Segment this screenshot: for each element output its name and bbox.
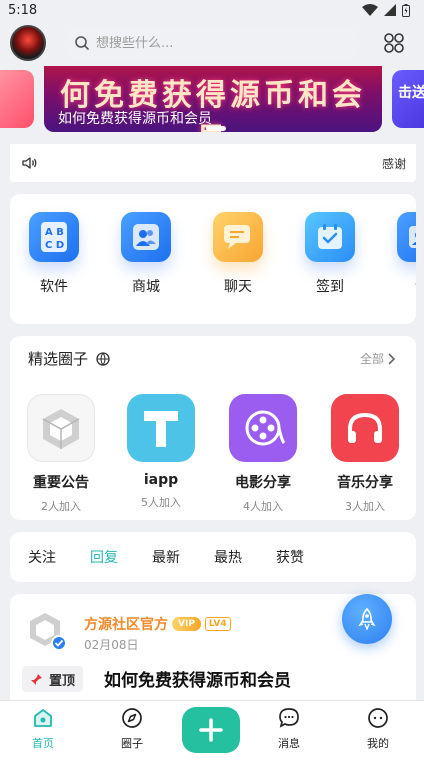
circles-title-text: 精选圈子 (28, 350, 89, 368)
post-date: 02月08日 (84, 638, 139, 652)
post-title[interactable]: 如何免费获得源币和会员 (104, 666, 291, 691)
circle-item-movie[interactable]: 电影分享 4人加入 (218, 394, 308, 514)
circle-member-count: 3人加入 (345, 500, 385, 513)
chat-bubble-icon (279, 708, 299, 728)
circles-header: 精选圈子 全部 (28, 348, 396, 369)
quick-entry-grid: A B C D 软件 商城 聊天 签到 认 (10, 194, 416, 324)
pin-icon (31, 673, 42, 685)
home-icon (34, 709, 52, 727)
apps-grid-icon (384, 33, 404, 53)
nav-messages[interactable]: 消息 (259, 707, 319, 751)
circle-name: iapp (143, 472, 179, 488)
circle-member-count: 4人加入 (243, 500, 283, 513)
banner-indicator (206, 126, 226, 131)
nav-mine-label: 我的 (367, 737, 389, 750)
nav-home-label: 首页 (32, 737, 54, 750)
battery-icon (402, 3, 410, 17)
signal-icon (384, 4, 396, 16)
circle-item-announcement[interactable]: 重要公告 2人加入 (16, 394, 106, 514)
circle-member-count: 2人加入 (41, 500, 81, 513)
nav-messages-label: 消息 (278, 737, 300, 750)
notice-bar[interactable]: 感谢 (10, 144, 416, 182)
featured-circles: 精选圈子 全部 重要公告 2人加入 iapp 5人加入 电影分享 4人加入 音乐… (10, 336, 416, 520)
tab-hottest[interactable]: 最热 (214, 547, 242, 567)
abcd-icon: A B C D (29, 212, 79, 262)
circles-more-link[interactable]: 全部 (360, 350, 396, 367)
quick-item-store[interactable]: 商城 (116, 212, 176, 296)
cube-avatar-icon (30, 613, 67, 651)
status-icons (362, 3, 410, 17)
feed-tabs: 关注 回复 最新 最热 获赞 (10, 532, 416, 582)
notice-text: 感谢 (381, 156, 406, 171)
circle-name: 重要公告 (33, 475, 89, 491)
quick-label-checkin: 签到 (316, 279, 344, 295)
back-to-top-button[interactable] (342, 594, 392, 644)
status-bar: 5:18 (0, 0, 424, 20)
circle-item-iapp[interactable]: iapp 5人加入 (116, 394, 206, 510)
user-card-icon (397, 212, 416, 262)
circle-name: 音乐分享 (337, 475, 393, 491)
nav-mine[interactable]: 我的 (348, 707, 408, 751)
create-post-button[interactable] (182, 707, 240, 753)
vip-badge: VIP (172, 617, 201, 631)
circle-name: 电影分享 (235, 475, 291, 491)
tab-liked[interactable]: 获赞 (276, 547, 304, 567)
headphones-icon (331, 394, 399, 462)
quick-label-verify: 认 (415, 276, 416, 296)
search-input[interactable] (96, 35, 336, 51)
bottom-navigation: 首页 圈子 消息 我的 (0, 700, 424, 760)
nav-circle[interactable]: 圈子 (102, 707, 162, 751)
cube-icon (27, 394, 95, 462)
user-avatar[interactable] (10, 25, 46, 61)
quick-item-chat[interactable]: 聊天 (208, 212, 268, 296)
quick-item-checkin[interactable]: 签到 (300, 212, 360, 296)
quick-label-store: 商城 (132, 279, 160, 295)
banner-slide[interactable]: 何免费获得源币和会员 如何免费获得源币和会员 (44, 66, 382, 132)
ball-icon (96, 351, 110, 366)
calendar-check-icon (305, 212, 355, 262)
pinned-label: 置顶 (49, 673, 76, 689)
speaker-icon (22, 157, 37, 169)
quick-item-verify[interactable]: 认 (392, 212, 416, 296)
circles-more-text: 全部 (359, 352, 384, 366)
pinned-badge: 置顶 (22, 666, 84, 692)
quick-label-software: 软件 (40, 279, 68, 295)
compass-icon (122, 708, 142, 728)
nav-home[interactable]: 首页 (13, 707, 73, 751)
banner-caption: 如何免费获得源币和会员 (58, 111, 212, 127)
circle-member-count: 5人加入 (141, 496, 181, 509)
film-reel-icon (229, 394, 297, 462)
post-author-name[interactable]: 方源社区官方 (84, 614, 168, 634)
circle-item-music[interactable]: 音乐分享 3人加入 (320, 394, 410, 514)
rocket-icon (358, 608, 376, 630)
banner-carousel[interactable]: 何免费获得源币和会员 如何免费获得源币和会员 击送 (0, 66, 424, 136)
author-avatar[interactable] (26, 610, 68, 652)
chevron-right-icon (388, 352, 396, 365)
nav-circle-label: 圈子 (121, 737, 143, 750)
plus-icon (199, 718, 223, 742)
tab-latest[interactable]: 最新 (152, 547, 180, 567)
quick-label-chat: 聊天 (224, 279, 252, 295)
tab-follow[interactable]: 关注 (28, 547, 56, 567)
search-bar[interactable] (64, 26, 360, 60)
svg-text:C D: C D (45, 240, 64, 251)
users-icon (121, 212, 171, 262)
iapp-logo-icon (127, 394, 195, 462)
apps-grid-button[interactable] (382, 31, 406, 55)
status-time: 5:18 (8, 2, 38, 18)
banner-prev-slide[interactable] (0, 70, 34, 128)
search-icon (75, 36, 89, 50)
level-badge: LV4 (204, 617, 231, 631)
banner-next-slide[interactable]: 击送 (392, 70, 424, 128)
svg-text:A B: A B (45, 227, 64, 238)
banner-next-text: 击送 (398, 85, 424, 101)
quick-item-software[interactable]: A B C D 软件 (24, 212, 84, 296)
chat-icon (213, 212, 263, 262)
face-icon (368, 708, 388, 728)
tab-reply[interactable]: 回复 (90, 547, 118, 567)
post-author-row: 方源社区官方 VIP LV4 (84, 614, 231, 634)
circles-title: 精选圈子 (28, 348, 110, 369)
top-header (0, 20, 424, 66)
wifi-icon (362, 4, 378, 16)
